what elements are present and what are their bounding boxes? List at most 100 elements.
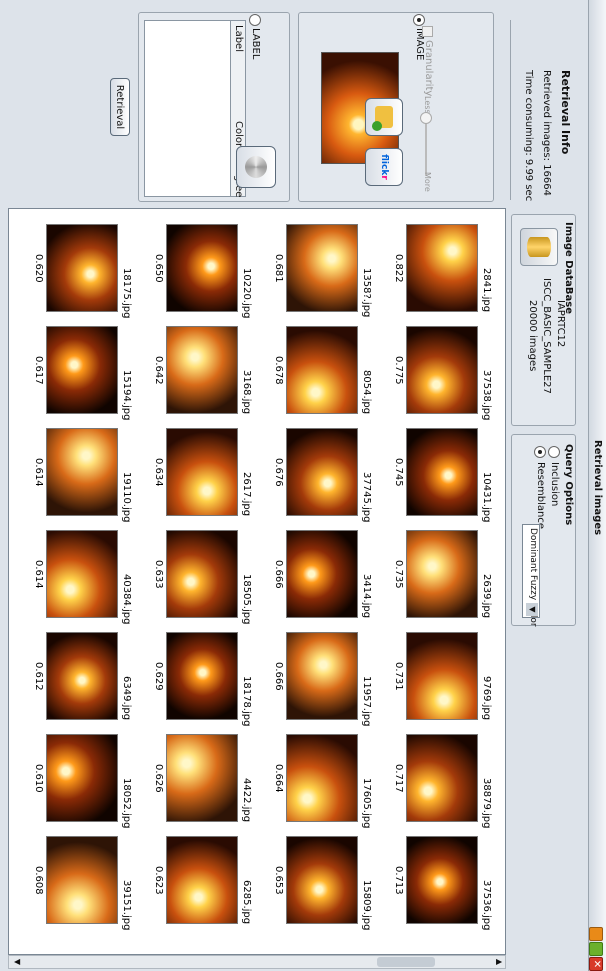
result-filename: 18505.jpg — [241, 574, 252, 625]
result-score: 0.731 — [393, 662, 404, 691]
label-column-header[interactable]: Label — [233, 25, 244, 52]
results-grid: 2841.jpg 0.822 37538.jpg 0.775 10431.jpg 0.74… — [16, 212, 502, 949]
color-column-header[interactable]: Color — [233, 121, 244, 147]
result-thumbnail[interactable] — [46, 836, 118, 924]
label-mode-radio[interactable] — [249, 14, 261, 26]
scroll-thumb[interactable] — [377, 957, 435, 967]
result-score: 0.664 — [273, 764, 284, 793]
result-thumbnail[interactable] — [166, 224, 238, 312]
result-thumbnail[interactable] — [406, 836, 478, 924]
result-filename: 19110.jpg — [121, 472, 132, 523]
query-options-title: Query Options — [563, 444, 574, 526]
result-score: 0.608 — [33, 866, 44, 895]
result-score: 0.666 — [273, 662, 284, 691]
result-thumbnail[interactable] — [46, 224, 118, 312]
result-filename: 3414.jpg — [361, 574, 372, 619]
result-thumbnail[interactable] — [406, 632, 478, 720]
minimize-icon[interactable] — [589, 927, 603, 941]
result-filename: 2617.jpg — [241, 472, 252, 517]
result-filename: 18178.jpg — [241, 676, 252, 727]
result-score: 0.745 — [393, 458, 404, 487]
result-filename: 11957.jpg — [361, 676, 372, 727]
maximize-icon[interactable] — [589, 942, 603, 956]
result-score: 0.629 — [153, 662, 164, 691]
result-thumbnail[interactable] — [286, 836, 358, 924]
result-thumbnail[interactable] — [406, 530, 478, 618]
inclusion-label: Inclusion — [549, 462, 560, 507]
result-score: 0.650 — [153, 254, 164, 283]
result-score: 0.775 — [393, 356, 404, 385]
result-thumbnail[interactable] — [406, 428, 478, 516]
result-thumbnail[interactable] — [46, 428, 118, 516]
result-score: 0.617 — [33, 356, 44, 385]
image-mode-radio[interactable] — [413, 14, 425, 26]
retrieval-button[interactable]: Retrieval — [110, 78, 130, 136]
result-score: 0.634 — [153, 458, 164, 487]
result-thumbnail[interactable] — [166, 530, 238, 618]
result-thumbnail[interactable] — [166, 632, 238, 720]
result-thumbnail[interactable] — [406, 734, 478, 822]
result-thumbnail[interactable] — [46, 734, 118, 822]
granularity-less: Less — [423, 96, 432, 114]
result-filename: 15194.jpg — [121, 370, 132, 421]
granularity-checkbox[interactable] — [422, 26, 433, 37]
label-table: Label Color Degree — [144, 20, 246, 197]
result-thumbnail[interactable] — [46, 530, 118, 618]
result-thumbnail[interactable] — [166, 428, 238, 516]
result-filename: 3168.jpg — [241, 370, 252, 415]
retrieved-count: Retrieved images: 16664 — [541, 70, 552, 196]
result-filename: 17605.jpg — [361, 778, 372, 829]
inclusion-radio[interactable] — [548, 446, 560, 458]
result-thumbnail[interactable] — [286, 224, 358, 312]
result-thumbnail[interactable] — [406, 326, 478, 414]
close-icon[interactable]: ✕ — [589, 957, 603, 971]
result-filename: 18175.jpg — [121, 268, 132, 319]
granularity-label: Granularity — [423, 40, 434, 97]
result-thumbnail[interactable] — [166, 326, 238, 414]
result-score: 0.735 — [393, 560, 404, 589]
scroll-up-arrow[interactable]: ▲ — [493, 956, 505, 968]
database-name: IAPRTC12 — [555, 300, 566, 348]
result-thumbnail[interactable] — [286, 530, 358, 618]
result-score: 0.717 — [393, 764, 404, 793]
result-thumbnail[interactable] — [286, 632, 358, 720]
app-window: Retrieval images ✕ Retrieval Info Retrie… — [0, 0, 606, 971]
result-filename: 15809.jpg — [361, 880, 372, 931]
result-score: 0.713 — [393, 866, 404, 895]
result-filename: 37536.jpg — [481, 880, 492, 931]
result-filename: 38879.jpg — [481, 778, 492, 829]
result-filename: 10431.jpg — [481, 472, 492, 523]
result-score: 0.633 — [153, 560, 164, 589]
result-thumbnail[interactable] — [406, 224, 478, 312]
result-filename: 18052.jpg — [121, 778, 132, 829]
result-thumbnail[interactable] — [46, 326, 118, 414]
database-count: 20000 images — [527, 300, 538, 372]
result-thumbnail[interactable] — [286, 428, 358, 516]
result-thumbnail[interactable] — [166, 734, 238, 822]
result-score: 0.614 — [33, 560, 44, 589]
add-local-image-button[interactable] — [365, 98, 403, 136]
scroll-down-arrow[interactable]: ▼ — [11, 956, 23, 968]
granularity-slider-knob[interactable] — [420, 112, 432, 124]
result-thumbnail[interactable] — [286, 734, 358, 822]
result-thumbnail[interactable] — [46, 632, 118, 720]
result-score: 0.614 — [33, 458, 44, 487]
result-score: 0.653 — [273, 866, 284, 895]
color-wheel-icon — [245, 156, 267, 178]
result-thumbnail[interactable] — [166, 836, 238, 924]
result-score: 0.678 — [273, 356, 284, 385]
retrieval-info-title: Retrieval Info — [559, 70, 572, 155]
result-filename: 4422.jpg — [241, 778, 252, 823]
color-picker-button[interactable] — [236, 146, 276, 188]
flickr-icon: flickr — [379, 154, 389, 180]
result-filename: 1358?.jpg — [361, 268, 372, 318]
resemblance-radio[interactable] — [534, 446, 546, 458]
result-score: 0.612 — [33, 662, 44, 691]
result-score: 0.626 — [153, 764, 164, 793]
database-icon — [520, 228, 558, 266]
result-filename: 6349.jpg — [121, 676, 132, 721]
result-thumbnail[interactable] — [286, 326, 358, 414]
results-scrollbar[interactable]: ▲ ▼ — [8, 955, 506, 969]
add-flickr-image-button[interactable]: flickr — [365, 148, 403, 186]
fuzzy-color-dropdown[interactable]: Dominant Fuzzy Color ▼ — [522, 524, 540, 627]
